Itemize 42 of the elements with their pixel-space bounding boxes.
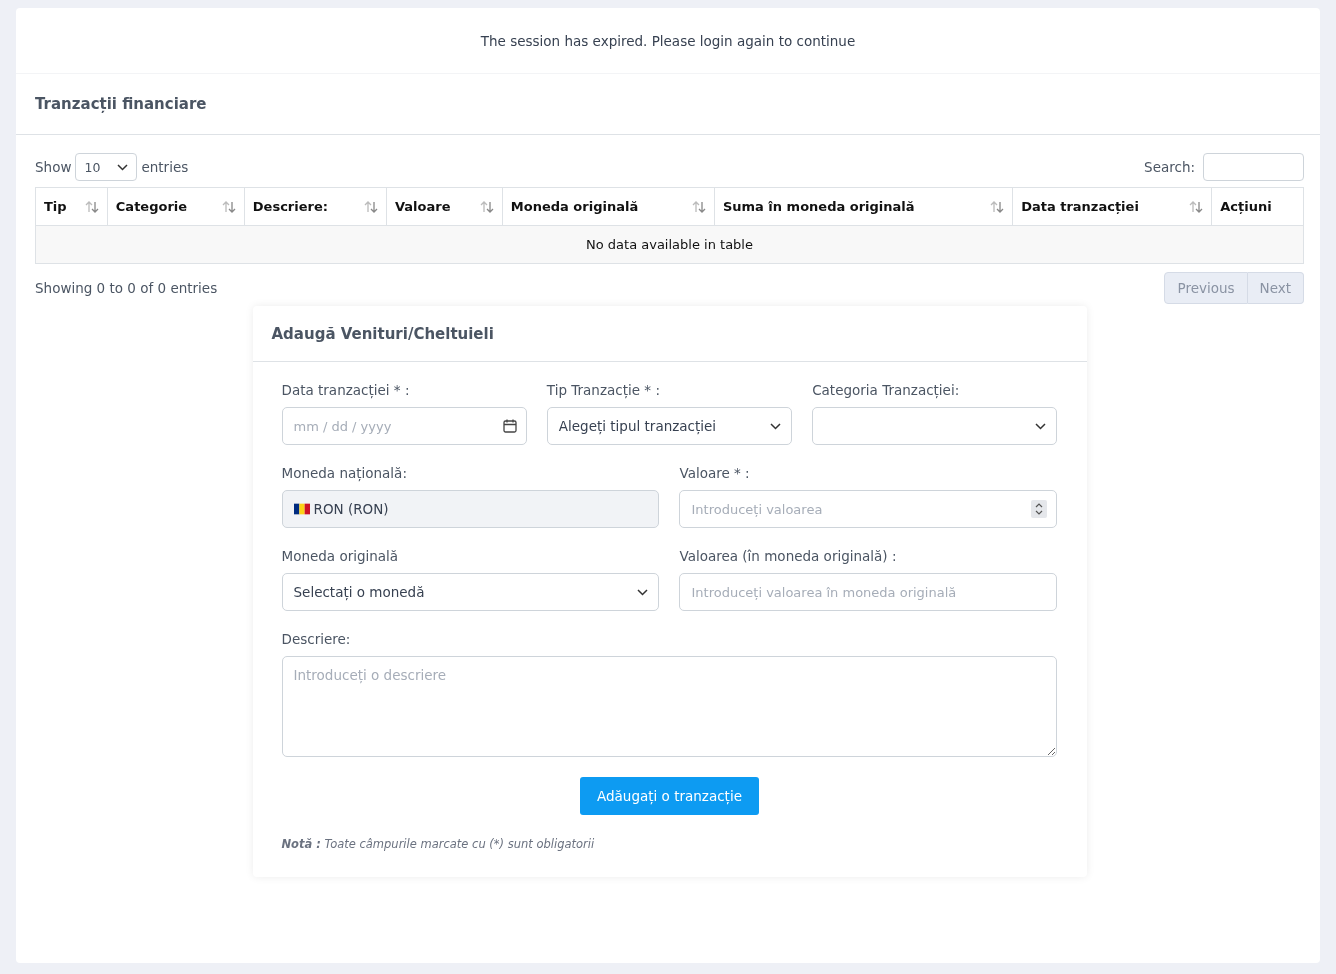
- entries-label: entries: [141, 159, 189, 175]
- field-label: Moneda originală: [281, 548, 400, 564]
- column-header[interactable]: Data tranzacției: [1012, 187, 1212, 226]
- calendar-icon: [502, 419, 517, 433]
- page-size-select[interactable]: 10: [75, 153, 138, 181]
- column-header[interactable]: Categorie: [107, 187, 245, 226]
- field-label: Valoarea (în moneda originală) :: [679, 548, 898, 564]
- required-note: Notă : Toate câmpurile marcate cu (*) sunt obligatorii: [281, 837, 596, 851]
- currency-field: RON (RON): [281, 490, 660, 528]
- description-field[interactable]: Introduceți o descriere: [281, 656, 1058, 757]
- panel-title: Tranzacții financiare: [35, 95, 207, 113]
- field-label: Moneda națională:: [281, 465, 408, 481]
- field-label: Data tranzacției * :: [281, 382, 411, 398]
- column-header[interactable]: Tip: [35, 187, 108, 226]
- spinner-icon[interactable]: [1031, 500, 1048, 518]
- column-header[interactable]: Valoare: [386, 187, 503, 226]
- session-message: The session has expired. Please login again to continue: [480, 32, 856, 49]
- search-field[interactable]: [1203, 153, 1304, 181]
- empty-table-message: No data available in table: [35, 225, 1304, 264]
- field-label: Tip Tranzacție * :: [546, 382, 661, 398]
- table-info: Showing 0 to 0 of 0 entries: [35, 280, 218, 296]
- field-label: Valoare * :: [679, 465, 751, 481]
- search-label: Search:: [1144, 159, 1195, 175]
- column-header[interactable]: Descriere:: [244, 187, 387, 226]
- text-field[interactable]: Introduceți valoarea în moneda originală: [679, 573, 1058, 611]
- number-field[interactable]: Introduceți valoarea: [679, 490, 1058, 528]
- show-label: Show: [35, 159, 72, 175]
- chevron-down-icon: [770, 422, 782, 430]
- field-label: Descriere:: [281, 631, 352, 647]
- chevron-down-icon: [1035, 422, 1047, 430]
- column-header[interactable]: Acțiuni: [1211, 187, 1304, 226]
- column-header[interactable]: Suma în moneda originală: [714, 187, 1013, 226]
- flag-icon: [293, 503, 310, 515]
- select-field[interactable]: Alegeți tipul tranzacției: [546, 407, 793, 445]
- column-header[interactable]: Moneda originală: [502, 187, 715, 226]
- select-field[interactable]: Selectați o monedă: [281, 573, 660, 611]
- field-label: Categoria Tranzacției:: [812, 382, 961, 398]
- select-field[interactable]: [812, 407, 1058, 445]
- chevron-down-icon: [117, 163, 129, 171]
- form-title: Adaugă Venituri/Cheltuieli: [271, 324, 494, 343]
- date-field[interactable]: mm / dd / yyyy: [281, 407, 527, 445]
- chevron-down-icon: [637, 588, 649, 596]
